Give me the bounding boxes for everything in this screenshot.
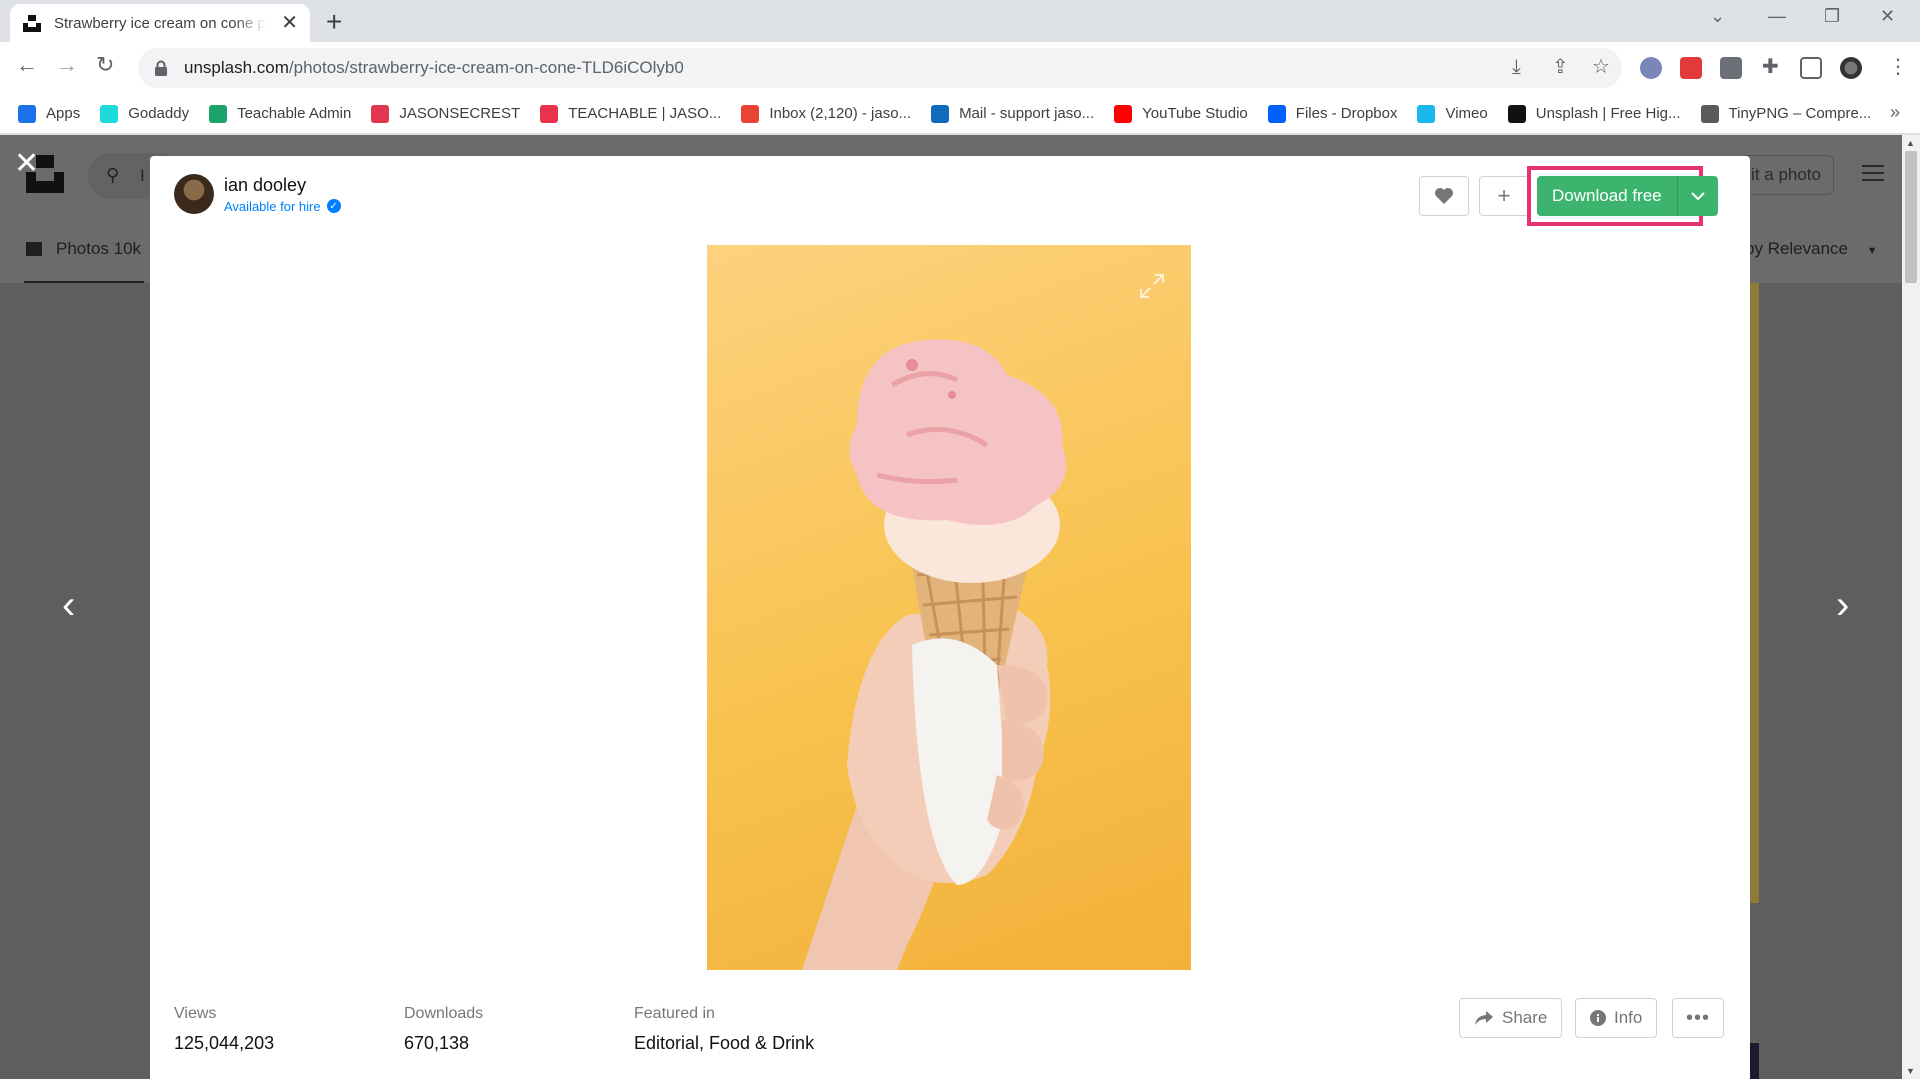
tab-title: Strawberry ice cream on cone photo – Fre… [54,14,266,32]
teachable-download-icon [540,104,559,123]
grammarly-extension-icon[interactable] [1640,57,1662,79]
plus-icon: + [1497,183,1511,208]
tab-close-icon[interactable]: ✕ [281,13,298,33]
bookmark-item[interactable]: YouTube Studio [1114,104,1248,123]
window-close-icon[interactable]: ✕ [1880,6,1895,27]
bookmark-star-icon[interactable]: ☆ [1592,57,1610,77]
gmail-icon [741,104,760,123]
bookmark-item[interactable]: Vimeo [1417,104,1488,123]
bookmark-item[interactable]: Godaddy [100,104,189,123]
active-tab-underline [24,281,144,283]
share-arrow-icon [1474,1010,1494,1026]
stat-downloads: Downloads 670,138 [404,1005,484,1053]
more-actions-button[interactable]: ••• [1672,998,1724,1038]
reload-icon[interactable]: ↻ [96,54,114,76]
available-for-hire-link[interactable]: Available for hire ✓ [224,199,341,214]
lock-icon [154,60,168,76]
bitwarden-extension-icon[interactable] [1720,57,1742,79]
page-scrollbar[interactable]: ▲ ▼ [1902,135,1920,1079]
sort-dropdown[interactable]: by Relevance ▼ [1745,239,1878,259]
submit-photo-button[interactable]: it a photo [1740,155,1834,195]
profile-avatar-icon[interactable] [1840,57,1862,79]
bookmark-item[interactable]: TEACHABLE | JASO... [540,104,721,123]
back-icon[interactable]: ← [16,54,38,76]
jasonsecrest-icon [371,104,390,123]
previous-photo-icon[interactable]: ‹ [62,585,75,625]
youtube-icon [1114,104,1133,123]
download-free-button[interactable]: Download free [1537,176,1678,216]
unsplash-icon [1507,104,1526,123]
ice-cream-photo[interactable] [707,245,1191,970]
next-photo-icon[interactable]: › [1836,585,1849,625]
stat-views: Views 125,044,203 [174,1005,275,1053]
photo-illustration [802,339,1067,970]
bookmark-item[interactable]: Unsplash | Free Hig... [1507,104,1681,123]
side-panel-icon[interactable] [1800,57,1822,79]
download-size-dropdown[interactable] [1677,176,1718,216]
photos-tab-icon [26,242,42,256]
forward-icon[interactable]: → [56,54,78,76]
info-button[interactable]: Info [1575,998,1658,1038]
like-button[interactable] [1419,176,1469,216]
browser-toolbar: ← → ↻ unsplash.com/photos/strawberry-ice… [0,42,1920,94]
godaddy-icon [100,104,119,123]
bookmark-item[interactable]: Apps [18,104,80,123]
close-modal-icon[interactable]: ✕ [14,149,39,179]
address-bar[interactable]: unsplash.com/photos/strawberry-ice-cream… [138,48,1622,88]
url-text: unsplash.com/photos/strawberry-ice-cream… [184,58,684,77]
scrollbar-thumb[interactable] [1905,151,1917,283]
outlook-icon [931,104,950,123]
tab-search-icon[interactable]: ⌄ [1710,6,1725,27]
bookmark-item[interactable]: JASONSECREST [371,104,520,123]
author-block[interactable]: ian dooley Available for hire ✓ [174,174,341,214]
dropbox-icon [1267,104,1286,123]
info-icon [1590,1010,1606,1026]
bookmark-item[interactable]: Mail - support jaso... [931,104,1094,123]
unsplash-favicon-icon [22,13,42,33]
bookmark-item[interactable]: Files - Dropbox [1267,104,1397,123]
minimize-icon[interactable]: — [1768,6,1786,27]
heart-icon [1435,188,1453,204]
more-bookmarks-icon[interactable]: » [1890,102,1900,123]
ellipsis-icon: ••• [1685,1006,1710,1029]
expand-fullscreen-icon[interactable] [1139,273,1165,299]
teachable-icon [209,104,228,123]
stat-featured-in: Featured in Editorial, Food & Drink [634,1005,815,1053]
browser-tab[interactable]: Strawberry ice cream on cone photo – Fre… [10,4,310,42]
bookmarks-bar: Apps Godaddy Teachable Admin JASONSECREST TE… [0,94,1920,134]
add-to-collection-button[interactable]: + [1479,176,1529,216]
photo-modal: ian dooley Available for hire ✓ + Downlo… [150,156,1750,1079]
install-app-icon[interactable]: ⤓ [1512,57,1521,77]
bookmark-item[interactable]: TinyPNG – Compre... [1700,104,1871,123]
shield-extension-icon[interactable] [1680,57,1702,79]
verified-check-icon: ✓ [326,199,341,213]
author-name[interactable]: ian dooley [224,175,341,196]
browser-menu-icon[interactable]: ⋮ [1888,57,1908,77]
restore-icon[interactable]: ❐ [1824,6,1840,27]
browser-tab-strip: Strawberry ice cream on cone photo – Fre… [0,0,1920,42]
author-avatar[interactable] [174,174,214,214]
tab-photos[interactable]: Photos 10k [26,239,141,259]
search-icon: ⚲ [106,165,120,185]
share-page-icon[interactable]: ⇪ [1552,57,1569,77]
apps-grid-icon [18,104,36,123]
bookmark-item[interactable]: Teachable Admin [209,104,351,123]
download-button-group: Download free [1537,176,1718,216]
extensions-puzzle-icon[interactable]: ✚ [1762,57,1779,77]
chevron-down-icon [1690,191,1705,200]
new-tab-button[interactable]: + [326,8,342,36]
hamburger-menu-icon[interactable] [1862,165,1884,186]
vimeo-icon [1417,104,1436,123]
bookmark-item[interactable]: Inbox (2,120) - jaso... [741,104,911,123]
share-button[interactable]: Share [1459,998,1563,1038]
tinypng-icon [1700,104,1719,123]
